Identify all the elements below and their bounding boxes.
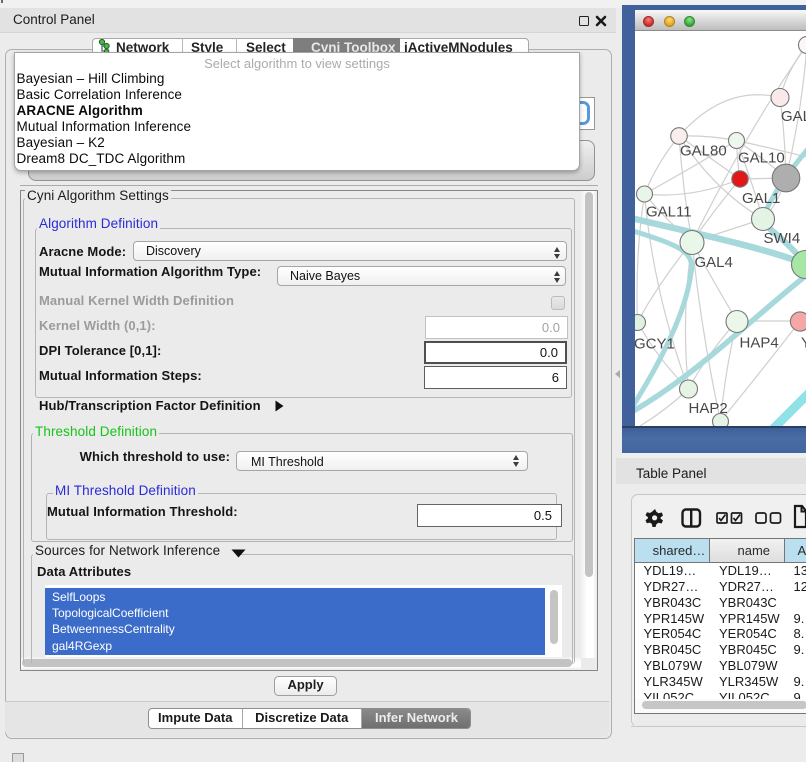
svg-text:GAL10: GAL10 (738, 150, 785, 167)
svg-text:GAL11: GAL11 (646, 204, 692, 221)
svg-text:HAP2: HAP2 (688, 400, 727, 417)
svg-text:GAL4: GAL4 (694, 254, 732, 271)
svg-text:HAP4: HAP4 (739, 335, 778, 352)
svg-text:GCY1: GCY1 (635, 336, 675, 353)
svg-text:GAL7: GAL7 (781, 108, 806, 125)
svg-text:SWI4: SWI4 (763, 230, 800, 247)
svg-text:GAL1: GAL1 (742, 190, 780, 207)
svg-text:Y: Y (801, 335, 806, 352)
svg-text:GAL80: GAL80 (680, 143, 727, 160)
